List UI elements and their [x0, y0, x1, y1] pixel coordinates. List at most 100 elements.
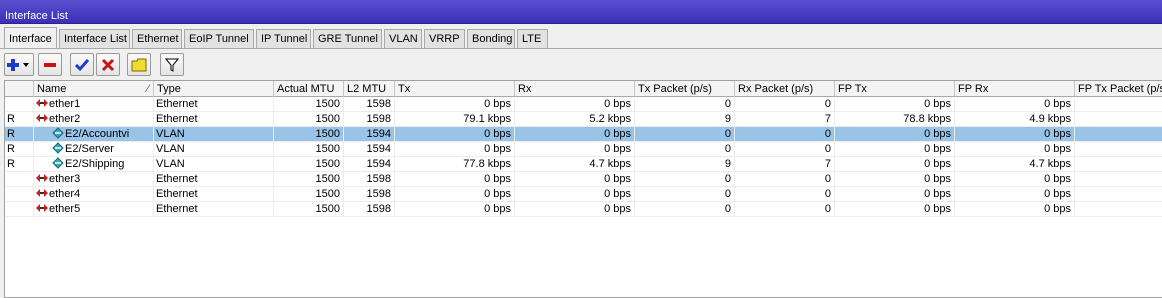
vlan-interface-icon — [52, 142, 64, 154]
fp-tx-packet-cell — [1075, 142, 1162, 157]
table-row[interactable]: Rether2 Ethernet 1500 1598 79.1 kbps 5.2 kbps… — [5, 112, 1162, 127]
rx-cell: 0 bps — [515, 172, 635, 187]
table-row[interactable]: ether1 Ethernet 1500 1598 0 bps 0 bps 0 0 0 bps 0… — [5, 97, 1162, 112]
table-row[interactable]: ether5 Ethernet 1500 1598 0 bps 0 bps 0 0 0 bps 0… — [5, 202, 1162, 217]
add-button[interactable] — [4, 53, 34, 76]
interface-name: E2/Shipping — [65, 158, 125, 170]
name-cell: ether4 — [34, 187, 154, 202]
fp-tx-cell: 0 bps — [835, 127, 955, 142]
fp-tx-cell: 0 bps — [835, 187, 955, 202]
tab-gre-tunnel[interactable]: GRE Tunnel — [313, 29, 382, 48]
tab-vrrp[interactable]: VRRP — [424, 29, 465, 48]
column-header-name[interactable]: Name ⁄ — [34, 81, 154, 97]
sort-indicator-icon: ⁄ — [147, 83, 149, 95]
type-cell: VLAN — [154, 127, 274, 142]
type-cell: VLAN — [154, 157, 274, 172]
fp-rx-cell: 0 bps — [955, 202, 1075, 217]
type-cell: VLAN — [154, 142, 274, 157]
remove-button[interactable] — [38, 53, 62, 76]
l2-mtu-cell: 1594 — [344, 157, 395, 172]
tab-ethernet[interactable]: Ethernet — [132, 29, 182, 48]
rx-packet-cell: 0 — [735, 142, 835, 157]
fp-rx-cell: 0 bps — [955, 142, 1075, 157]
rx-cell: 4.7 kbps — [515, 157, 635, 172]
column-header-l2-mtu[interactable]: L2 MTU — [344, 81, 395, 97]
interface-table: Name ⁄ Type Actual MTU L2 MTU Tx Rx Tx P… — [4, 80, 1162, 298]
ethernet-interface-icon — [36, 189, 48, 197]
table-row[interactable]: ether4 Ethernet 1500 1598 0 bps 0 bps 0 0 0 bps 0… — [5, 187, 1162, 202]
name-cell: E2/Server — [34, 142, 154, 157]
interface-name: ether4 — [49, 188, 81, 200]
tx-cell: 0 bps — [395, 172, 515, 187]
plus-icon — [7, 58, 29, 71]
fp-rx-cell: 0 bps — [955, 172, 1075, 187]
flag-cell: R — [5, 112, 34, 127]
column-header-flags[interactable] — [5, 81, 34, 97]
table-row[interactable]: R E2/Shipping VLAN 1500 1594 77.8 kbps 4.7 kbp… — [5, 157, 1162, 172]
tab-lte[interactable]: LTE — [517, 29, 548, 48]
tab-bonding[interactable]: Bonding — [467, 29, 515, 48]
l2-mtu-cell: 1598 — [344, 97, 395, 112]
fp-tx-cell: 0 bps — [835, 97, 955, 112]
name-cell: ether2 — [34, 112, 154, 127]
column-header-fp-rx[interactable]: FP Rx — [955, 81, 1075, 97]
fp-tx-cell: 0 bps — [835, 202, 955, 217]
tx-cell: 0 bps — [395, 142, 515, 157]
column-header-actual-mtu[interactable]: Actual MTU — [274, 81, 344, 97]
disable-button[interactable] — [96, 53, 120, 76]
type-cell: Ethernet — [154, 112, 274, 127]
l2-mtu-cell: 1598 — [344, 112, 395, 127]
type-cell: Ethernet — [154, 172, 274, 187]
tab-vlan[interactable]: VLAN — [384, 29, 422, 48]
column-header-tx-packet[interactable]: Tx Packet (p/s) — [635, 81, 735, 97]
comment-icon — [131, 58, 147, 71]
l2-mtu-cell: 1598 — [344, 202, 395, 217]
column-header-fp-tx-packet[interactable]: FP Tx Packet (p/s — [1075, 81, 1162, 97]
name-cell: ether3 — [34, 172, 154, 187]
ethernet-interface-icon — [36, 99, 48, 107]
tab-eoip-tunnel[interactable]: EoIP Tunnel — [184, 29, 254, 48]
fp-rx-cell: 0 bps — [955, 187, 1075, 202]
tab-ip-tunnel[interactable]: IP Tunnel — [256, 29, 311, 48]
enable-button[interactable] — [70, 53, 94, 76]
toolbar — [0, 52, 1162, 78]
column-header-type[interactable]: Type — [154, 81, 274, 97]
fp-rx-cell: 0 bps — [955, 97, 1075, 112]
type-cell: Ethernet — [154, 202, 274, 217]
interface-name: ether3 — [49, 173, 81, 185]
ethernet-interface-icon — [36, 204, 48, 212]
comment-button[interactable] — [127, 53, 151, 76]
column-header-name-label: Name — [37, 83, 67, 95]
table-row[interactable]: R E2/Accountvi VLAN 1500 1594 0 bps 0 bps 0 0 0 b… — [5, 127, 1162, 142]
interface-name: ether2 — [49, 113, 81, 125]
actual-mtu-cell: 1500 — [274, 187, 344, 202]
column-header-fp-tx[interactable]: FP Tx — [835, 81, 955, 97]
filter-button[interactable] — [160, 53, 184, 76]
window-title: Interface List — [5, 10, 68, 22]
actual-mtu-cell: 1500 — [274, 97, 344, 112]
tx-cell: 77.8 kbps — [395, 157, 515, 172]
fp-rx-cell: 0 bps — [955, 127, 1075, 142]
fp-rx-cell: 4.7 kbps — [955, 157, 1075, 172]
rx-packet-cell: 0 — [735, 202, 835, 217]
table-row[interactable]: ether3 Ethernet 1500 1598 0 bps 0 bps 0 0 0 bps 0… — [5, 172, 1162, 187]
tx-packet-cell: 0 — [635, 142, 735, 157]
flag-cell: R — [5, 157, 34, 172]
fp-tx-packet-cell — [1075, 112, 1162, 127]
tab-interface-list[interactable]: Interface List — [59, 29, 130, 48]
flag-cell — [5, 187, 34, 202]
tab-interface[interactable]: Interface — [4, 27, 57, 49]
window-titlebar[interactable]: Interface List — [0, 0, 1162, 24]
tx-cell: 0 bps — [395, 97, 515, 112]
fp-tx-cell: 78.8 kbps — [835, 112, 955, 127]
column-header-tx[interactable]: Tx — [395, 81, 515, 97]
name-cell: E2/Accountvi — [34, 127, 154, 142]
ethernet-interface-icon — [36, 174, 48, 182]
tx-packet-cell: 9 — [635, 157, 735, 172]
actual-mtu-cell: 1500 — [274, 142, 344, 157]
rx-cell: 0 bps — [515, 187, 635, 202]
column-header-rx[interactable]: Rx — [515, 81, 635, 97]
column-header-rx-packet[interactable]: Rx Packet (p/s) — [735, 81, 835, 97]
rx-packet-cell: 7 — [735, 112, 835, 127]
table-row[interactable]: R E2/Server VLAN 1500 1594 0 bps 0 bps 0 0 0 bps 0… — [5, 142, 1162, 157]
